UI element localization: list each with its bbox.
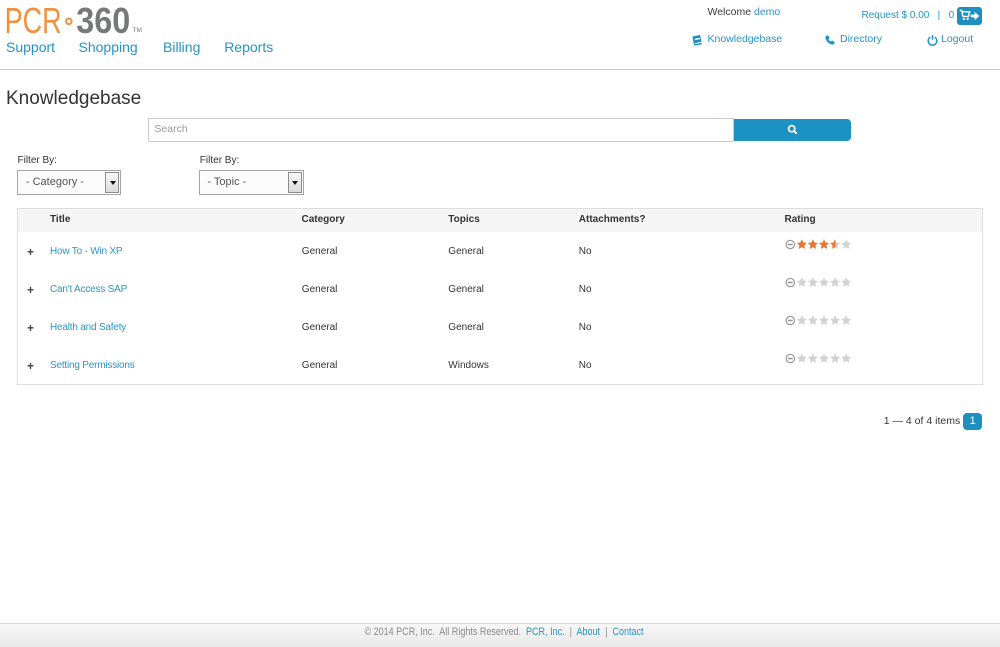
svg-text:PCR: PCR (5, 0, 62, 38)
svg-text:360: 360 (76, 0, 130, 38)
svg-text:TM: TM (133, 27, 142, 34)
